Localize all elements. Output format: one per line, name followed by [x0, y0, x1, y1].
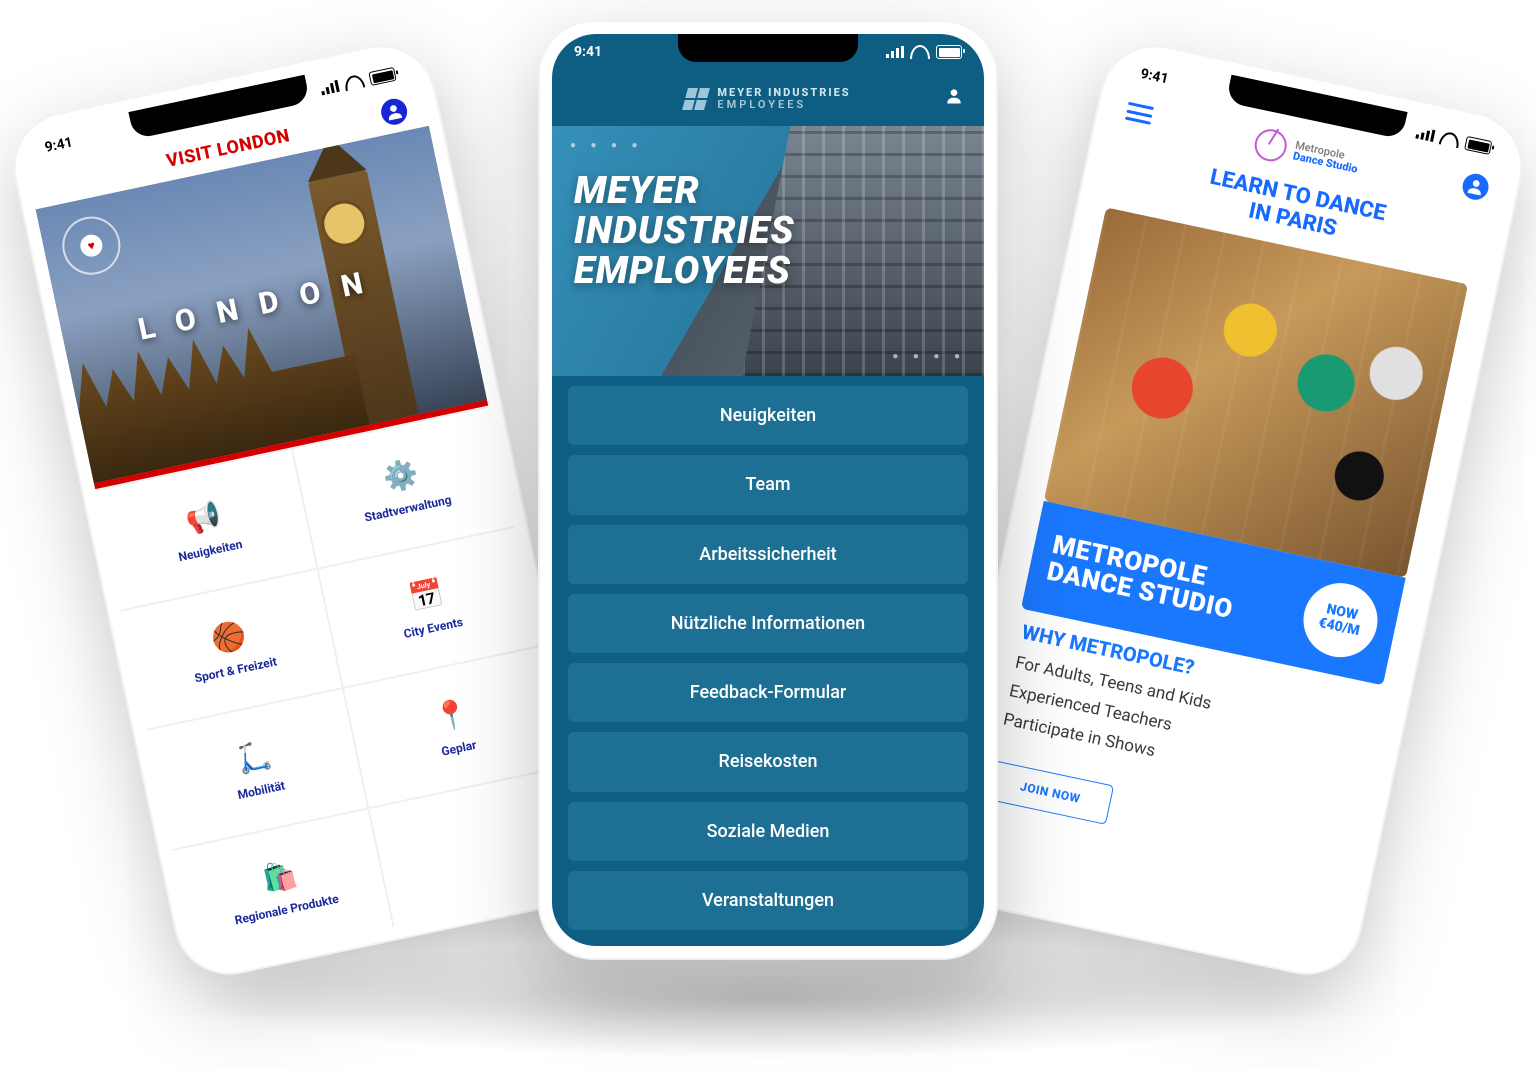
status-time: 9:41 [1139, 66, 1170, 87]
menu-item-neuigkeiten[interactable]: Neuigkeiten [568, 386, 968, 445]
status-time: 9:41 [43, 134, 74, 155]
ball-icon: 🏀 [208, 618, 249, 658]
wifi-icon [910, 45, 930, 59]
wifi-icon [343, 74, 365, 92]
pin-icon: 📍 [431, 695, 472, 735]
dot-decoration-icon: ● ● ● ● [570, 140, 644, 151]
phone-notch [678, 34, 858, 62]
heart-icon: ♥ [78, 233, 104, 259]
calendar-icon: 📅 [406, 576, 447, 616]
profile-icon[interactable] [379, 96, 410, 127]
menu-item-soziale-medien[interactable]: Soziale Medien [568, 802, 968, 861]
menu-item-veranstaltungen[interactable]: Veranstaltungen [568, 871, 968, 930]
category-grid: 📢Neuigkeiten ⚙️Stadtverwaltung 🏀Sport & … [95, 406, 590, 969]
status-time: 9:41 [574, 44, 602, 60]
bag-icon: 🛍️ [259, 857, 300, 897]
pole-dancer-icon [1252, 126, 1290, 164]
menu-item-reisekosten[interactable]: Reisekosten [568, 732, 968, 791]
phone-visit-london: 9:41 VISIT LONDON [3, 35, 607, 985]
wifi-icon [1439, 130, 1461, 148]
company-logo-icon [682, 88, 710, 110]
menu-item-team[interactable]: Team [568, 455, 968, 514]
signal-icon [320, 80, 340, 95]
battery-icon [368, 67, 396, 86]
menu-item-feedback-formular[interactable]: Feedback-Formular [568, 663, 968, 722]
phone-mockup-stage: 9:41 VISIT LONDON [0, 0, 1536, 1069]
hero-banner: ● ● ● ● ● ● ● ● MEYER INDUSTRIES EMPLOYE… [552, 126, 984, 376]
main-menu: Neuigkeiten Team Arbeitssicherheit Nützl… [568, 386, 968, 930]
phone-dance-studio: 9:41 MetropoleDance Studio [929, 35, 1533, 985]
price-badge: NOW €40/M [1297, 576, 1385, 664]
signal-icon [886, 46, 904, 58]
app-header: MEYER INDUSTRIES EMPLOYEES [552, 72, 984, 126]
battery-icon [1464, 136, 1492, 155]
profile-icon[interactable] [944, 86, 964, 106]
gear-icon: ⚙️ [380, 456, 421, 496]
phone-meyer-industries: 9:41 MEYER INDUSTRIES EMPLOYEES [538, 20, 998, 960]
hamburger-icon[interactable] [1125, 102, 1154, 125]
join-now-button[interactable]: JOIN NOW [986, 760, 1114, 824]
menu-item-arbeitssicherheit[interactable]: Arbeitssicherheit [568, 525, 968, 584]
profile-icon[interactable] [1460, 171, 1491, 202]
hero-title: MEYER INDUSTRIES EMPLOYEES [574, 172, 795, 292]
dot-decoration-icon: ● ● ● ● [892, 351, 966, 362]
menu-item-nuetzliche-informationen[interactable]: Nützliche Informationen [568, 594, 968, 653]
megaphone-icon: 📢 [183, 498, 224, 538]
battery-icon [936, 45, 962, 59]
scooter-icon: 🛴 [234, 737, 275, 777]
signal-icon [1415, 126, 1435, 141]
